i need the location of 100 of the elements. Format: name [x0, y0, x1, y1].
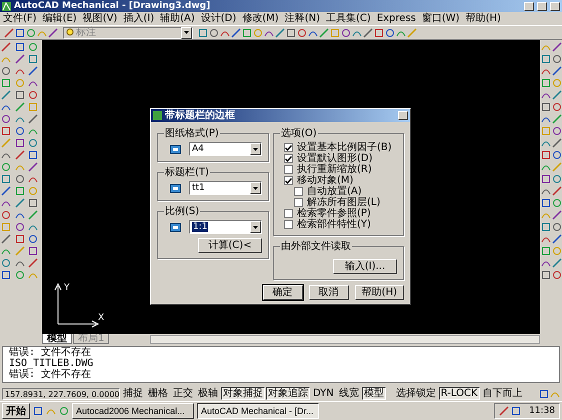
checkbox[interactable]: [284, 143, 293, 152]
option-label: 执行重新缩放(R): [297, 164, 372, 175]
option-label: 自动放置(A): [307, 186, 362, 197]
checkbox[interactable]: [294, 198, 303, 207]
block-icon: [170, 184, 181, 192]
status-toggle[interactable]: 极轴: [196, 387, 220, 400]
tool-icon[interactable]: [14, 174, 25, 184]
status-toggle[interactable]: 对象捕捉: [221, 387, 265, 400]
tool-icon[interactable]: [28, 90, 38, 100]
tool-icon[interactable]: [511, 406, 522, 416]
menu-item[interactable]: 注释(N): [284, 12, 322, 24]
menu-item[interactable]: 设计(D): [200, 12, 238, 24]
check-icon: [285, 178, 292, 184]
checkbox[interactable]: [284, 176, 293, 185]
close-button[interactable]: [398, 111, 408, 120]
menu-item[interactable]: 辅助(A): [159, 12, 196, 24]
status-toggle[interactable]: 模型: [362, 387, 386, 400]
paper-format-dropdown[interactable]: A4: [189, 142, 262, 156]
caret-icon: [253, 226, 258, 228]
tool-icon[interactable]: [28, 66, 38, 76]
taskbar-button[interactable]: Autocad2006 Mechanical...: [72, 403, 194, 419]
menu-item[interactable]: Express: [376, 12, 417, 24]
option-label: 设置默认图形(D): [297, 153, 373, 164]
tool-icon[interactable]: [28, 258, 38, 268]
tool-icon[interactable]: [28, 234, 38, 244]
maximize-button[interactable]: [537, 2, 547, 10]
tool-icon[interactable]: [28, 150, 38, 160]
tool-icon[interactable]: [28, 246, 38, 256]
checkbox[interactable]: [284, 220, 293, 229]
option-label: 解冻所有图层(L): [307, 197, 380, 208]
checkbox[interactable]: [284, 154, 293, 163]
menu-item[interactable]: 文件(F): [2, 12, 38, 24]
tool-icon[interactable]: [14, 138, 25, 148]
tool-icon[interactable]: [14, 90, 25, 100]
title-block-dropdown[interactable]: tt1: [189, 181, 262, 195]
tool-icon[interactable]: [14, 102, 25, 112]
tool-icon[interactable]: [28, 42, 38, 52]
dialog-button[interactable]: 确定: [262, 285, 303, 300]
dialog-button[interactable]: 取消: [308, 285, 349, 300]
tool-icon[interactable]: [14, 222, 25, 232]
clock: 11:38: [529, 406, 555, 416]
menu-item[interactable]: 视图(V): [82, 12, 118, 24]
tool-icon[interactable]: [14, 234, 25, 244]
import-button[interactable]: 输入(I)...: [333, 259, 397, 274]
tool-icon[interactable]: [14, 186, 25, 196]
menu-item[interactable]: 窗口(W): [420, 12, 461, 24]
status-toggle[interactable]: R-LOCK: [438, 387, 480, 400]
minimize-button[interactable]: [524, 2, 534, 10]
tool-icon[interactable]: [28, 162, 38, 172]
tool-icon[interactable]: [28, 54, 38, 64]
status-toggle[interactable]: 栅格: [146, 387, 170, 400]
tool-icon[interactable]: [14, 54, 25, 64]
menu-item[interactable]: 插入(I): [122, 12, 156, 24]
scale-dropdown[interactable]: 1:1: [189, 220, 262, 234]
menu-item[interactable]: 工具集(C): [325, 12, 372, 24]
window-title: AutoCAD Mechanical - [Drawing3.dwg]: [14, 1, 212, 11]
caret-icon: [184, 31, 189, 34]
dialog-button[interactable]: 帮助(H): [354, 285, 404, 300]
caret-icon: [253, 148, 258, 150]
status-toggle[interactable]: 对象追踪: [266, 387, 310, 400]
group-label: 比例(S): [164, 204, 200, 218]
calculate-button[interactable]: 计算(C)<: [198, 238, 262, 253]
tool-icon[interactable]: [28, 210, 38, 220]
app-icon: [2, 2, 11, 10]
tool-icon[interactable]: [14, 126, 25, 136]
tool-icon[interactable]: [28, 198, 38, 208]
checkbox[interactable]: [284, 209, 293, 218]
tool-icon[interactable]: [14, 150, 25, 160]
dialog-icon: [153, 111, 162, 120]
block-icon: [170, 144, 181, 154]
dialog-title: 带标题栏的边框: [165, 110, 236, 121]
command-line: 错误: 文件不存在: [9, 369, 92, 380]
close-button[interactable]: [550, 2, 560, 10]
option-label: 检索部件特性(Y): [297, 219, 371, 230]
option-label: 检索零件参照(P): [297, 208, 371, 219]
tool-icon[interactable]: [14, 198, 25, 208]
command-line: ISO_TITLEB.DWG: [9, 358, 94, 369]
status-toggle[interactable]: 捕捉: [121, 387, 145, 400]
tool-icon[interactable]: [28, 138, 38, 148]
horizontal-scrollbar[interactable]: [150, 334, 540, 344]
taskbar-button[interactable]: AutoCAD Mechanical - [Dr...: [197, 403, 319, 419]
checkbox[interactable]: [284, 165, 293, 174]
start-button[interactable]: 开始: [2, 403, 30, 419]
status-toggle[interactable]: 正交: [171, 387, 195, 400]
caret-icon: [253, 186, 258, 190]
tool-icon[interactable]: [499, 406, 510, 416]
menu-item[interactable]: 修改(M): [241, 12, 280, 24]
tool-icon[interactable]: [14, 270, 25, 280]
status-toggle[interactable]: 线宽: [336, 387, 361, 400]
group-label: 选项(O): [280, 126, 318, 140]
group-label: 图纸格式(P): [164, 126, 220, 140]
block-icon: [170, 222, 181, 232]
group-label: 由外部文件读取: [280, 240, 352, 253]
menu-item[interactable]: 编辑(E): [42, 12, 78, 24]
status-toggle[interactable]: 自下而上: [480, 387, 525, 400]
menu-item[interactable]: 帮助(H): [464, 12, 502, 24]
checkbox[interactable]: [294, 187, 303, 196]
status-toggle[interactable]: 选择锁定: [394, 387, 438, 400]
tool-icon[interactable]: [28, 114, 38, 124]
tool-icon[interactable]: [14, 42, 25, 52]
